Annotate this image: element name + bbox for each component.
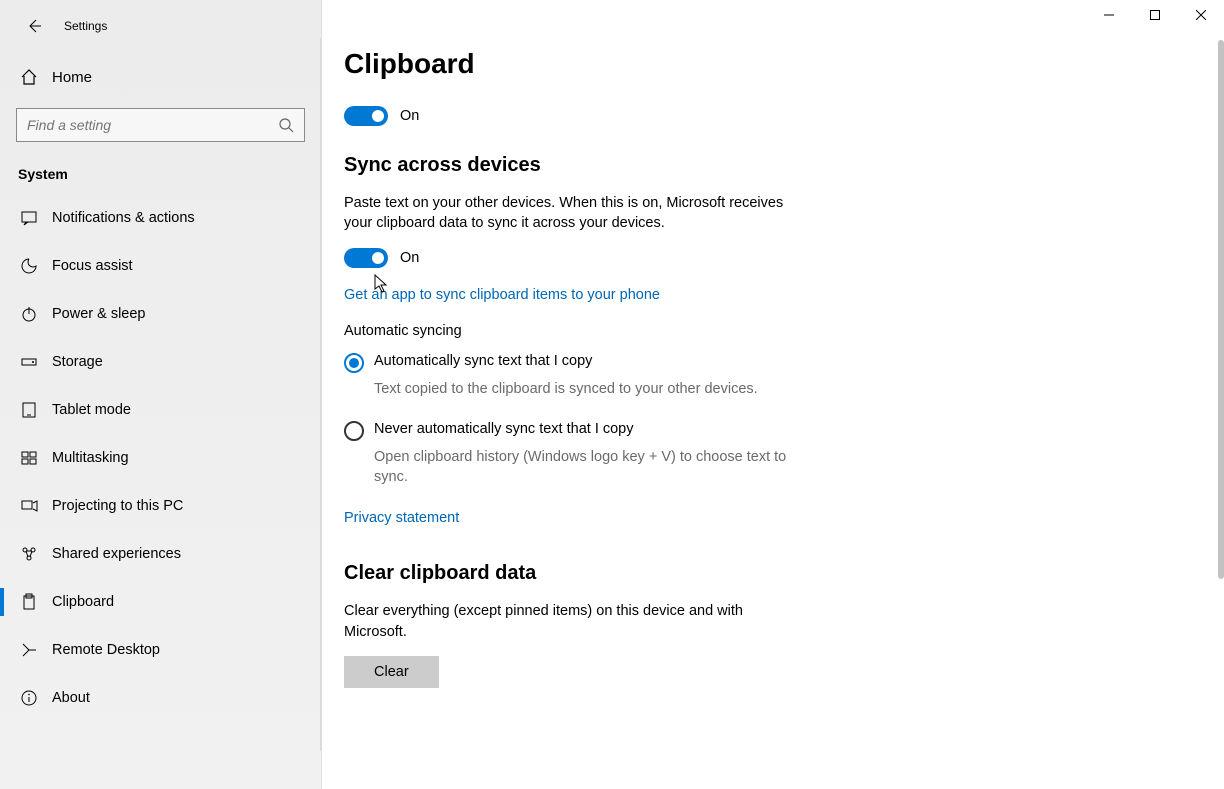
clipboard-history-toggle[interactable] <box>344 106 388 126</box>
clear-section-title: Clear clipboard data <box>344 562 1218 585</box>
sidebar-item-label: Power & sleep <box>52 306 146 322</box>
radio-never-sync-desc: Open clipboard history (Windows logo key… <box>374 447 804 488</box>
sidebar-item-label: Notifications & actions <box>52 210 195 226</box>
notifications-icon <box>20 209 38 227</box>
power-icon <box>20 305 38 323</box>
focus-assist-icon <box>20 257 38 275</box>
clipboard-icon <box>20 593 38 611</box>
sidebar-item-projecting[interactable]: Projecting to this PC <box>0 482 321 530</box>
sidebar-item-label: Storage <box>52 354 103 370</box>
sidebar-item-label: About <box>52 690 90 706</box>
sidebar-item-label: Focus assist <box>52 258 133 274</box>
back-button[interactable] <box>22 14 46 38</box>
sidebar-item-multitasking[interactable]: Multitasking <box>0 434 321 482</box>
sidebar-category-label: System <box>0 156 321 194</box>
sync-toggle-label: On <box>400 250 419 266</box>
sidebar-item-label: Clipboard <box>52 594 114 610</box>
search-input[interactable] <box>27 117 278 133</box>
clear-description: Clear everything (except pinned items) o… <box>344 601 804 642</box>
privacy-link[interactable]: Privacy statement <box>344 510 459 526</box>
sidebar-item-notifications[interactable]: Notifications & actions <box>0 194 321 242</box>
sidebar-item-label: Remote Desktop <box>52 642 160 658</box>
sidebar-item-label: Shared experiences <box>52 546 181 562</box>
sync-app-link[interactable]: Get an app to sync clipboard items to yo… <box>344 287 660 303</box>
sidebar-item-clipboard[interactable]: Clipboard <box>0 578 321 626</box>
sync-section-title: Sync across devices <box>344 154 1218 177</box>
sidebar-item-label: Tablet mode <box>52 402 131 418</box>
radio-auto-sync-desc: Text copied to the clipboard is synced t… <box>374 379 804 399</box>
sidebar-item-shared-experiences[interactable]: Shared experiences <box>0 530 321 578</box>
sidebar-item-power-sleep[interactable]: Power & sleep <box>0 290 321 338</box>
home-icon <box>20 68 38 86</box>
remote-desktop-icon <box>20 641 38 659</box>
sidebar-item-remote-desktop[interactable]: Remote Desktop <box>0 626 321 674</box>
sidebar-item-storage[interactable]: Storage <box>0 338 321 386</box>
automatic-syncing-heading: Automatic syncing <box>344 323 1218 339</box>
sidebar: Settings Home System Notifications & act… <box>0 0 322 789</box>
sidebar-divider <box>320 38 321 751</box>
projecting-icon <box>20 497 38 515</box>
search-box[interactable] <box>16 108 305 142</box>
sidebar-item-about[interactable]: About <box>0 674 321 722</box>
sidebar-item-tablet-mode[interactable]: Tablet mode <box>0 386 321 434</box>
home-label: Home <box>52 69 92 86</box>
storage-icon <box>20 353 38 371</box>
scrollbar-thumb[interactable] <box>1218 40 1224 579</box>
page-title: Clipboard <box>344 48 1218 80</box>
sidebar-home[interactable]: Home <box>0 56 321 98</box>
sidebar-item-label: Projecting to this PC <box>52 498 183 514</box>
about-icon <box>20 689 38 707</box>
sidebar-item-label: Multitasking <box>52 450 129 466</box>
sync-description: Paste text on your other devices. When t… <box>344 193 804 234</box>
tablet-icon <box>20 401 38 419</box>
main-panel: Clipboard On Sync across devices Paste t… <box>322 0 1224 789</box>
radio-auto-sync[interactable] <box>344 353 364 373</box>
app-title: Settings <box>64 19 107 33</box>
radio-never-sync-label: Never automatically sync text that I cop… <box>374 421 634 437</box>
shared-icon <box>20 545 38 563</box>
radio-auto-sync-label: Automatically sync text that I copy <box>374 353 592 369</box>
sidebar-item-focus-assist[interactable]: Focus assist <box>0 242 321 290</box>
sync-toggle[interactable] <box>344 248 388 268</box>
clear-button[interactable]: Clear <box>344 656 439 688</box>
clipboard-history-toggle-label: On <box>400 108 419 124</box>
vertical-scrollbar[interactable] <box>1218 40 1224 789</box>
radio-never-sync[interactable] <box>344 421 364 441</box>
search-icon <box>278 117 294 133</box>
multitasking-icon <box>20 449 38 467</box>
